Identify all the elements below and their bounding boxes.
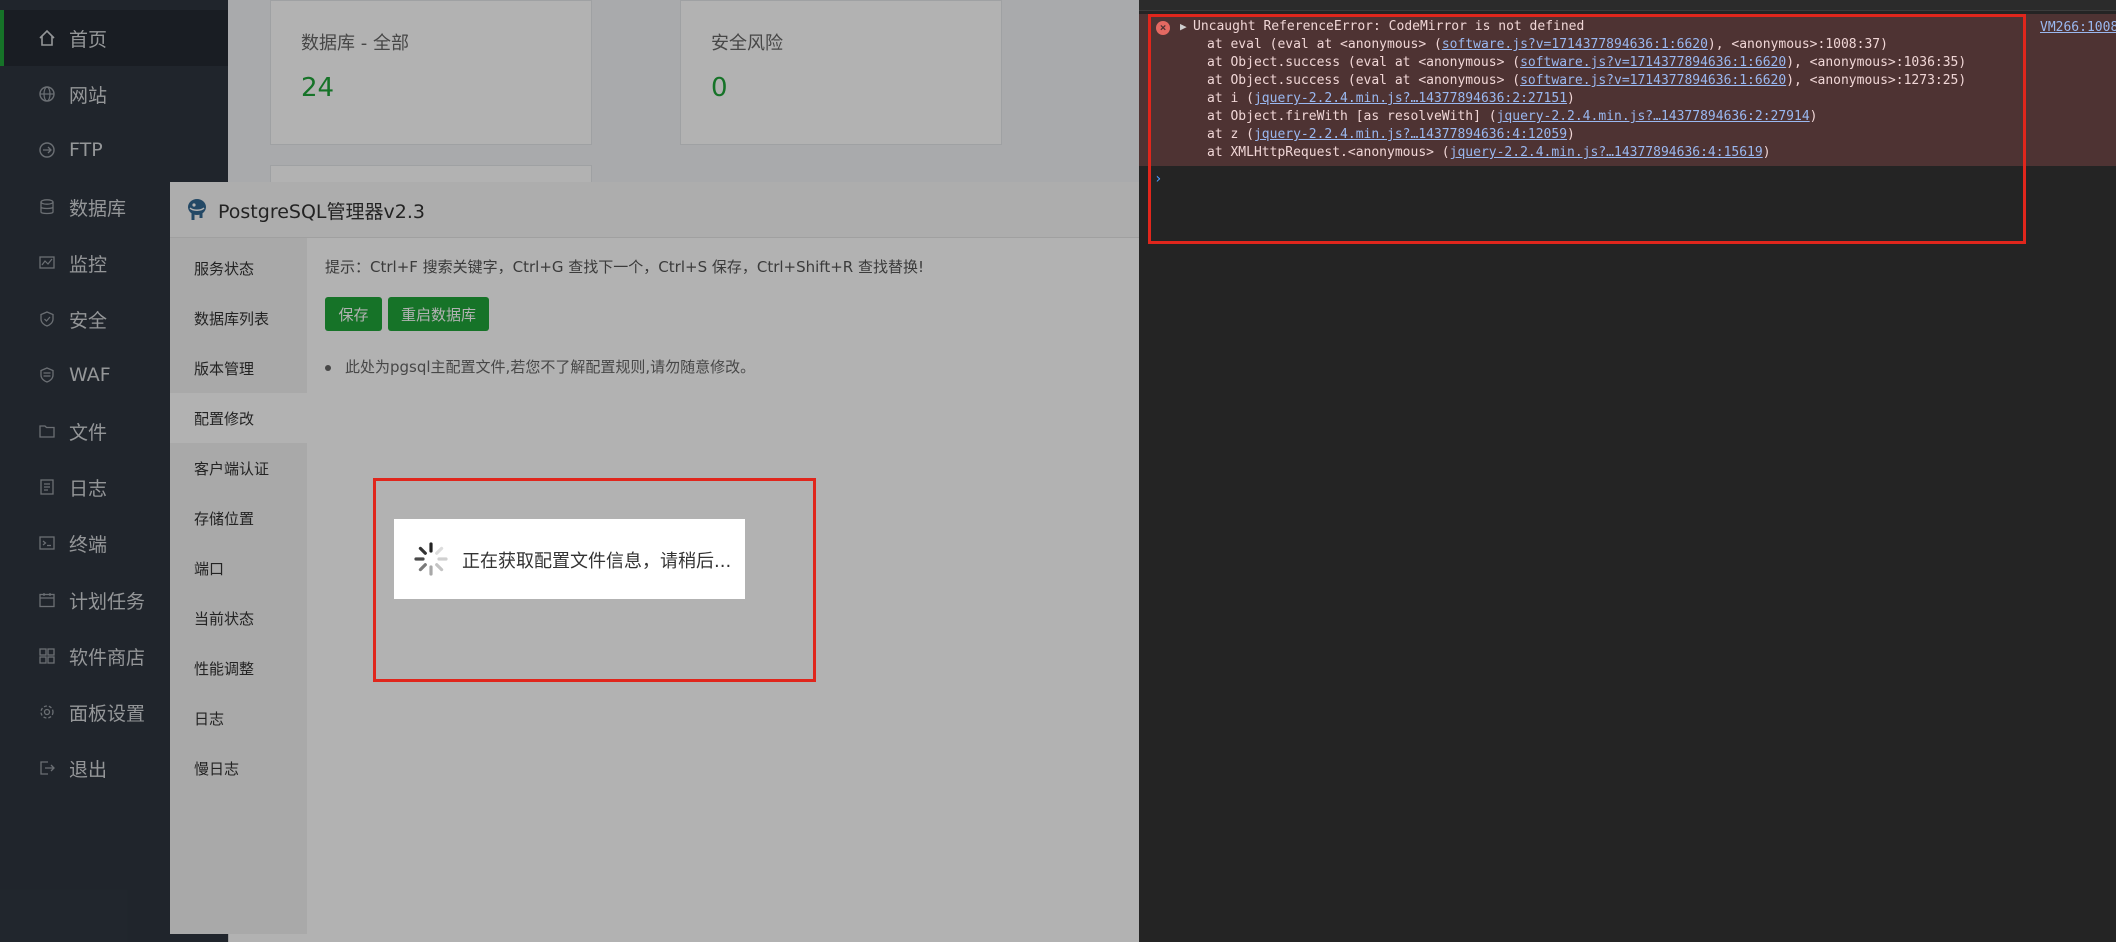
dialog-header: PostgreSQL管理器v2.3 [170, 182, 1140, 238]
menu-item-client-auth[interactable]: 客户端认证 [170, 443, 307, 493]
menu-item-storage[interactable]: 存储位置 [170, 493, 307, 543]
config-note: 此处为pgsql主配置文件,若您不了解配置规则,请勿随意修改。 [325, 356, 755, 377]
config-note-text: 此处为pgsql主配置文件,若您不了解配置规则,请勿随意修改。 [345, 358, 756, 376]
save-button[interactable]: 保存 [325, 297, 382, 331]
devtools-console: × ▶ Uncaught ReferenceError: CodeMirror … [1139, 0, 2116, 942]
menu-item-label: 日志 [194, 709, 225, 728]
menu-item-service-status[interactable]: 服务状态 [170, 243, 307, 293]
restart-database-button[interactable]: 重启数据库 [388, 297, 489, 331]
menu-item-label: 端口 [194, 559, 225, 578]
shortcut-tip: 提示：Ctrl+F 搜索关键字，Ctrl+G 查找下一个，Ctrl+S 保存，C… [325, 258, 924, 276]
menu-item-database-list[interactable]: 数据库列表 [170, 293, 307, 343]
menu-item-label: 性能调整 [194, 659, 255, 678]
menu-item-slow-logs[interactable]: 慢日志 [170, 743, 307, 793]
menu-item-label: 版本管理 [194, 359, 255, 378]
postgresql-logo-icon [184, 196, 210, 222]
menu-item-logs[interactable]: 日志 [170, 693, 307, 743]
highlight-box-console-error [1148, 14, 2026, 244]
menu-item-label: 数据库列表 [194, 309, 270, 328]
menu-item-label: 配置修改 [194, 409, 255, 428]
menu-item-label: 慢日志 [194, 759, 240, 778]
source-link-vm[interactable]: VM266:1008 [2040, 20, 2116, 35]
menu-item-label: 服务状态 [194, 259, 255, 278]
highlight-box-loading [373, 478, 816, 682]
dialog-menu: 服务状态 数据库列表 版本管理 配置修改 客户端认证 存储位置 端口 当前状态 … [170, 238, 308, 934]
menu-item-current-status[interactable]: 当前状态 [170, 593, 307, 643]
menu-item-version[interactable]: 版本管理 [170, 343, 307, 393]
menu-item-label: 客户端认证 [194, 459, 270, 478]
bullet-icon [325, 364, 331, 371]
menu-item-port[interactable]: 端口 [170, 543, 307, 593]
menu-item-config[interactable]: 配置修改 [170, 393, 307, 443]
devtools-toolbar [1139, 0, 2116, 11]
app-window: 首页 网站 FTP 数据库 监控 安全 WAF 文件 日志 终端 计划任务 软件… [0, 0, 1140, 942]
menu-item-label: 存储位置 [194, 509, 255, 528]
menu-item-label: 当前状态 [194, 609, 255, 628]
menu-item-performance[interactable]: 性能调整 [170, 643, 307, 693]
dialog-title: PostgreSQL管理器v2.3 [218, 201, 425, 223]
